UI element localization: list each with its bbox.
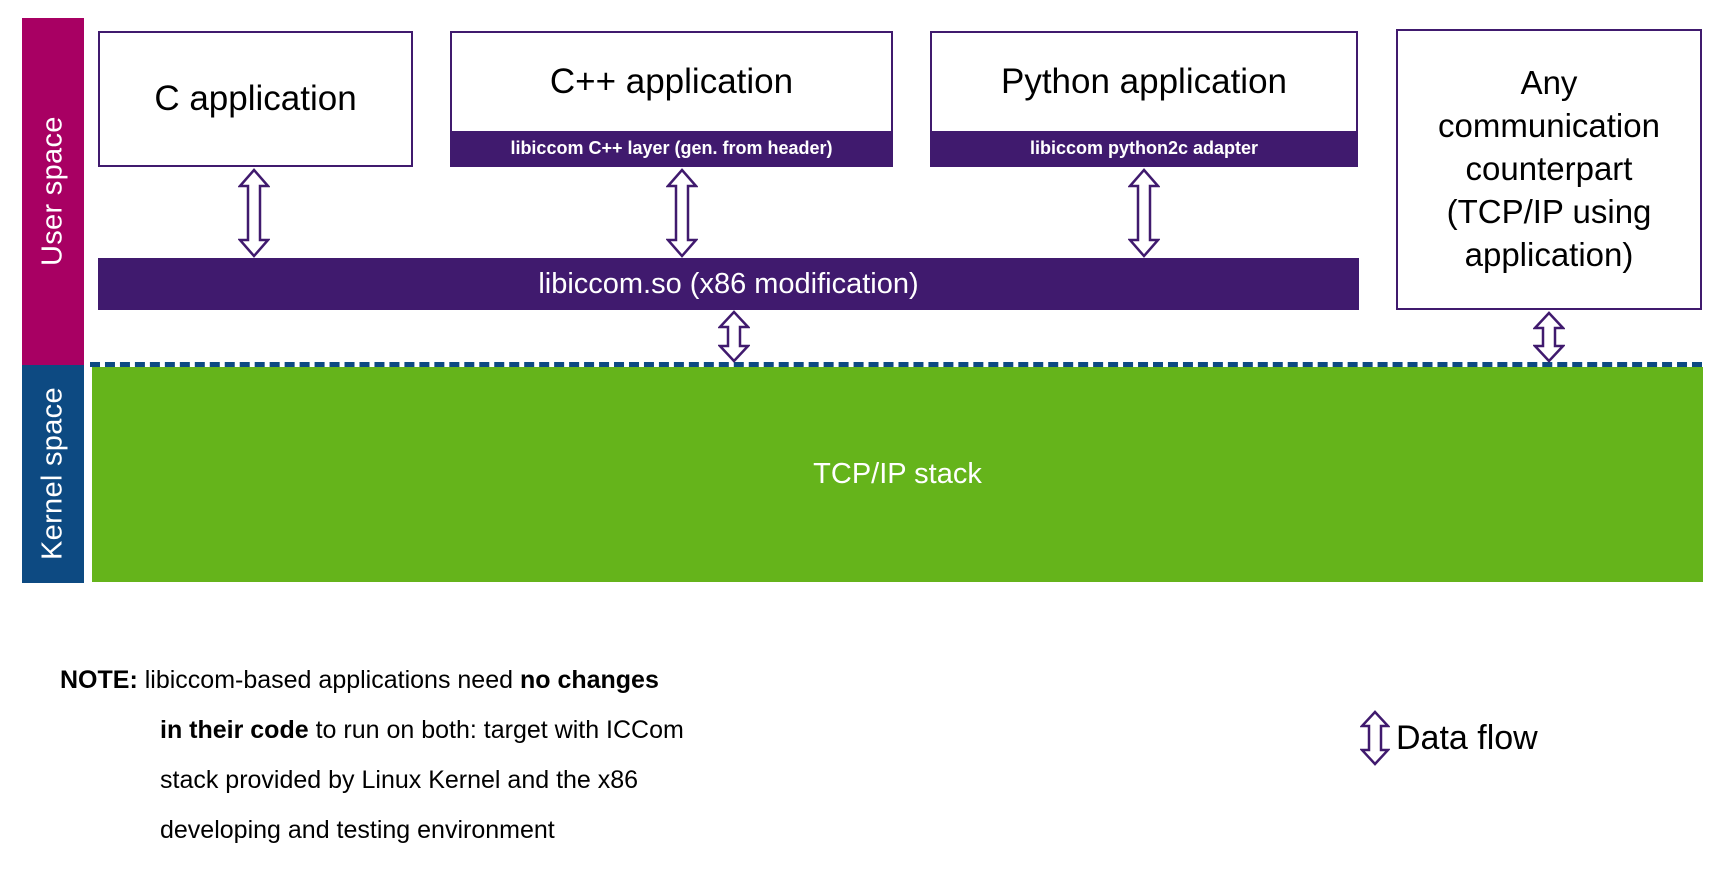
tcpip-stack-label: TCP/IP stack [813, 458, 982, 490]
user-space-band: User space [22, 18, 84, 365]
double-arrow-vertical-icon [1360, 710, 1390, 766]
double-arrow-vertical-icon [1533, 311, 1565, 363]
kernel-space-band: Kernel space [22, 365, 84, 583]
note-text: to run on both: target with ICCom [308, 716, 684, 744]
note-emphasis: no changes [519, 666, 659, 694]
python-adapter-strip: libiccom python2c adapter [932, 131, 1356, 165]
double-arrow-vertical-icon [666, 168, 698, 258]
note-emphasis: in their code [160, 716, 309, 744]
kernel-space-label: Kernel space [36, 387, 69, 561]
double-arrow-vertical-icon [238, 168, 270, 258]
python-application-title: Python application [1000, 62, 1288, 102]
cpp-application-title: C++ application [549, 62, 794, 102]
note-text: stack provided by Linux Kernel and the x… [160, 766, 639, 794]
legend: Data flow [1360, 710, 1538, 766]
libiccom-so-bar: libiccom.so (x86 modification) [98, 258, 1359, 310]
legend-label: Data flow [1396, 719, 1538, 757]
tcpip-stack-block: TCP/IP stack [92, 367, 1703, 582]
c-application-title: C application [154, 79, 357, 119]
note-line: NOTE: libiccom-based applications need n… [60, 655, 850, 705]
python-application-box: Python application libiccom python2c ada… [930, 31, 1358, 167]
note-label: NOTE: [60, 666, 138, 694]
note-line: developing and testing environment [60, 805, 850, 855]
libiccom-so-label: libiccom.so (x86 modification) [538, 267, 919, 300]
note-text: libiccom-based applications need [137, 666, 520, 694]
communication-counterpart-box: Any communication counterpart (TCP/IP us… [1396, 29, 1702, 310]
note-block: NOTE: libiccom-based applications need n… [60, 655, 850, 855]
note-text: developing and testing environment [160, 816, 555, 844]
double-arrow-vertical-icon [718, 310, 750, 363]
cpp-application-box: C++ application libiccom C++ layer (gen.… [450, 31, 893, 167]
note-line: stack provided by Linux Kernel and the x… [60, 755, 850, 805]
user-space-label: User space [36, 116, 69, 267]
double-arrow-vertical-icon [1128, 168, 1160, 258]
note-line: in their code to run on both: target wit… [60, 705, 850, 755]
communication-counterpart-title: Any communication counterpart (TCP/IP us… [1438, 64, 1660, 273]
cpp-adapter-strip: libiccom C++ layer (gen. from header) [452, 131, 891, 165]
c-application-box: C application [98, 31, 413, 167]
